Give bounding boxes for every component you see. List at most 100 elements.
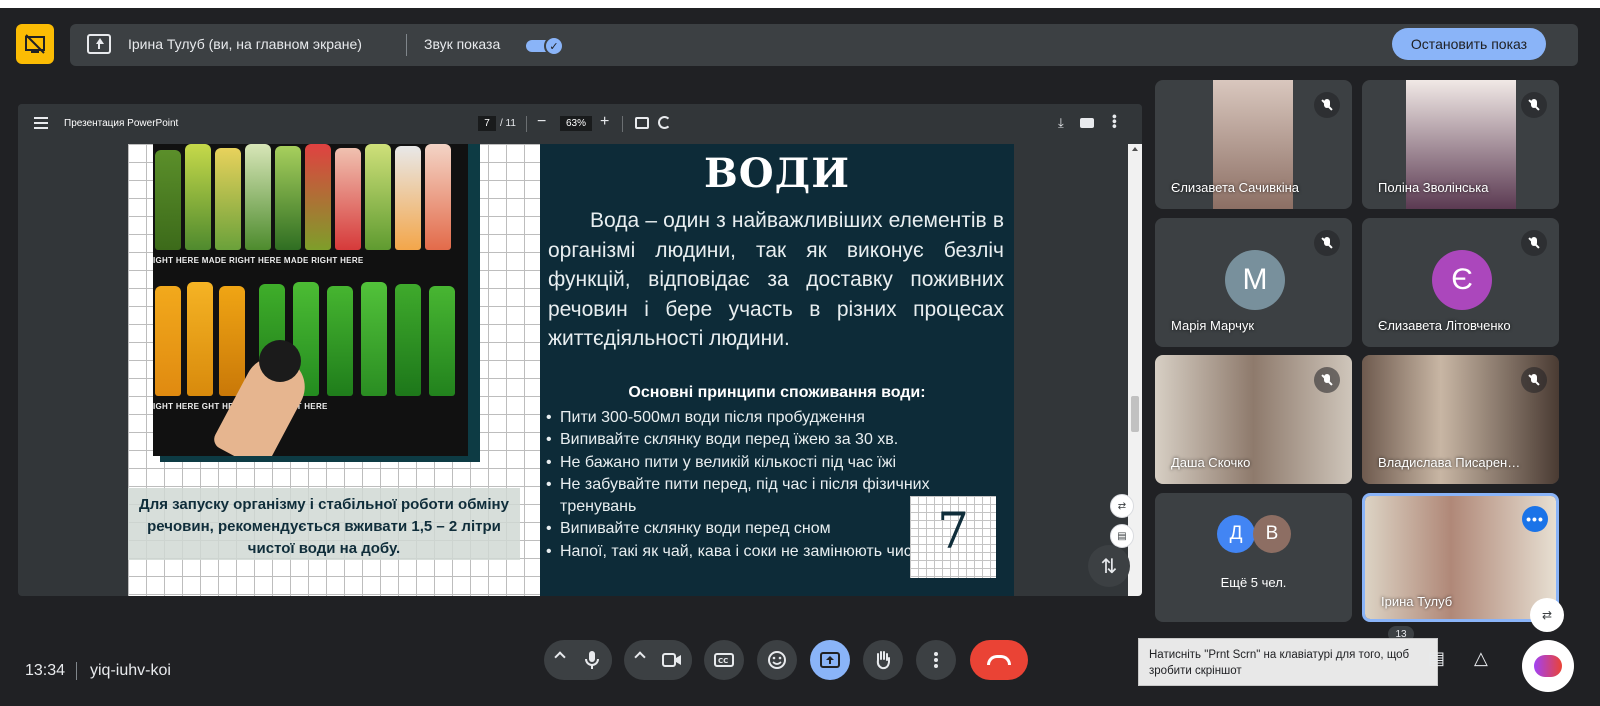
bottle bbox=[155, 150, 181, 250]
bottle bbox=[429, 286, 455, 396]
slide-caption: Для запуску організму і стабільної робот… bbox=[139, 496, 509, 557]
bottle bbox=[215, 148, 241, 250]
participant-name: Єлизавета Сачивкіна bbox=[1171, 180, 1299, 195]
bottle bbox=[335, 148, 361, 250]
svg-text:CC: CC bbox=[718, 657, 728, 665]
shelf-label: IGHT HERE MADE RIGHT HERE MADE RIGHT HER… bbox=[153, 254, 468, 268]
videocam-icon bbox=[662, 653, 681, 667]
more-participants-tile[interactable]: Д В Ещё 5 чел. bbox=[1155, 493, 1352, 622]
call-end-icon bbox=[987, 655, 1011, 665]
slide-right-panel: ВОДИ Вода – один з найважливіших елемент… bbox=[540, 144, 1014, 596]
slide-left-panel: IGHT HERE MADE RIGHT HERE MADE RIGHT HER… bbox=[128, 144, 540, 596]
viewer-toolbar: Презентация PowerPoint 7 / 11 − 63% + ⤓ … bbox=[18, 104, 1142, 144]
more-options-icon[interactable]: ••• bbox=[1522, 506, 1548, 532]
slide-page-number-box: 7 bbox=[910, 496, 996, 578]
print-icon[interactable] bbox=[1080, 118, 1094, 128]
hand-icon bbox=[876, 651, 890, 670]
translate-icon[interactable]: ⇄ bbox=[1530, 598, 1564, 632]
participant-tile[interactable]: М Марія Марчук bbox=[1155, 218, 1352, 347]
slide-paragraph: Вода – один з найважливіших елементів в … bbox=[548, 209, 1004, 350]
bottom-divider bbox=[76, 662, 77, 680]
menu-icon[interactable] bbox=[34, 117, 48, 129]
check-icon: ✓ bbox=[544, 36, 564, 56]
bottle bbox=[275, 146, 301, 250]
leave-call-button[interactable] bbox=[970, 640, 1028, 680]
bottle bbox=[395, 284, 421, 396]
bottle bbox=[187, 282, 213, 396]
bottle bbox=[365, 144, 391, 250]
rotate-icon[interactable] bbox=[658, 116, 671, 129]
download-icon[interactable]: ⤓ bbox=[1058, 115, 1064, 131]
list-item: Пити 300-500мл води після пробудження bbox=[546, 407, 1006, 430]
raise-hand-button[interactable] bbox=[863, 640, 903, 680]
bottle bbox=[395, 146, 421, 250]
ai-assistant-button[interactable] bbox=[1522, 640, 1574, 692]
fit-page-icon[interactable] bbox=[635, 117, 649, 129]
mic-off-icon bbox=[1521, 367, 1547, 393]
scroll-thumb[interactable] bbox=[1131, 396, 1139, 432]
zoom-out-button[interactable]: − bbox=[537, 113, 546, 131]
more-participants-label: Ещё 5 чел. bbox=[1220, 575, 1287, 590]
presenting-indicator-button[interactable] bbox=[16, 24, 54, 64]
bottle bbox=[425, 144, 451, 250]
camera-button[interactable] bbox=[652, 640, 692, 680]
emoji-icon bbox=[768, 651, 786, 669]
participant-name: Владислава Писарен… bbox=[1378, 455, 1521, 470]
translate-icon[interactable]: ⇄ bbox=[1110, 494, 1134, 518]
page-total: / 11 bbox=[500, 118, 516, 129]
page-number-input[interactable]: 7 bbox=[478, 116, 496, 131]
presenter-text: Ірина Тулуб (ви, на главном экране) bbox=[128, 36, 362, 52]
participant-tile[interactable]: Єлизавета Сачивкіна bbox=[1155, 80, 1352, 209]
mic-icon bbox=[585, 651, 599, 669]
bottle bbox=[327, 286, 353, 396]
participant-tile[interactable]: Поліна Зволінська bbox=[1362, 80, 1559, 209]
reactions-button[interactable] bbox=[757, 640, 797, 680]
mic-off-icon bbox=[1314, 92, 1340, 118]
list-item: Випивайте склянку води перед їжею за 30 … bbox=[546, 429, 1006, 452]
presentation-sound-toggle[interactable]: ✓ bbox=[526, 36, 566, 56]
bottle bbox=[361, 282, 387, 396]
more-options-button[interactable] bbox=[916, 640, 956, 680]
slide-page-number: 7 bbox=[937, 502, 969, 560]
zoom-in-button[interactable]: + bbox=[600, 113, 609, 131]
presentation-sound-label: Звук показа bbox=[424, 36, 501, 52]
reader-icon[interactable]: ▤ bbox=[1110, 524, 1134, 548]
slide: IGHT HERE MADE RIGHT HERE MADE RIGHT HER… bbox=[128, 144, 1014, 596]
participant-tile[interactable]: Даша Скочко bbox=[1155, 355, 1352, 484]
shelf-label: IGHT HERE GHT HERE MADE RIGHT HERE bbox=[153, 400, 468, 414]
more-vert-icon[interactable]: ••• bbox=[1107, 114, 1123, 129]
screen-share-icon bbox=[87, 34, 111, 54]
swap-layout-button[interactable]: ⇅ bbox=[1088, 545, 1130, 587]
avatar: Д bbox=[1217, 515, 1255, 553]
zoom-level-input[interactable]: 63% bbox=[560, 116, 592, 131]
bottle-cap bbox=[259, 340, 301, 382]
bottle bbox=[219, 286, 245, 396]
scroll-up-icon[interactable] bbox=[1132, 147, 1138, 151]
toolbar-separator bbox=[622, 116, 623, 132]
self-tile[interactable]: ••• Ірина Тулуб bbox=[1362, 493, 1559, 622]
mic-button[interactable] bbox=[572, 640, 612, 680]
participant-tile[interactable]: Є Єлизавета Літовченко bbox=[1362, 218, 1559, 347]
captions-icon: CC bbox=[714, 653, 734, 667]
brain-icon bbox=[1534, 655, 1562, 677]
screenshot-tooltip: Натисніть "Prnt Scrn" на клавіатурі для … bbox=[1138, 638, 1438, 686]
participant-name: Поліна Зволінська bbox=[1378, 180, 1489, 195]
more-vert-icon bbox=[934, 652, 938, 668]
mic-off-icon bbox=[1314, 367, 1340, 393]
bottle bbox=[185, 144, 211, 250]
captions-button[interactable]: CC bbox=[704, 640, 744, 680]
meeting-code: yiq-iuhv-koi bbox=[90, 662, 171, 679]
stop-presenting-button[interactable]: Остановить показ bbox=[1392, 28, 1546, 60]
mic-off-icon bbox=[1314, 230, 1340, 256]
present-to-all-icon bbox=[820, 652, 840, 668]
chat-icon[interactable]: ▤ bbox=[1428, 648, 1445, 669]
participant-name: Єлизавета Літовченко bbox=[1378, 318, 1511, 333]
document-title: Презентация PowerPoint bbox=[64, 118, 179, 129]
participant-name: Ірина Тулуб bbox=[1381, 594, 1453, 609]
participant-tile[interactable]: Владислава Писарен… bbox=[1362, 355, 1559, 484]
activities-icon[interactable]: △ bbox=[1474, 648, 1488, 669]
mic-off-icon bbox=[1521, 230, 1547, 256]
participant-name: Марія Марчук bbox=[1171, 318, 1255, 333]
bottles-photo: IGHT HERE MADE RIGHT HERE MADE RIGHT HER… bbox=[153, 144, 468, 456]
present-screen-button[interactable] bbox=[810, 640, 850, 680]
